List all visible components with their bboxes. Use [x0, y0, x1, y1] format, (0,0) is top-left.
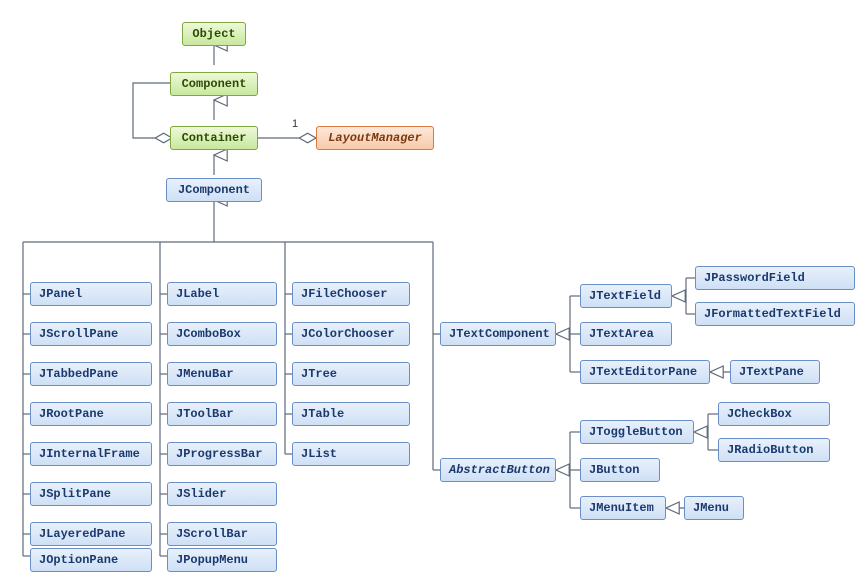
class-jtextcomponent: JTextComponent: [440, 322, 556, 346]
class-jmenu: JMenu: [684, 496, 744, 520]
label: JSplitPane: [39, 487, 111, 501]
multiplicity-1: 1: [292, 118, 298, 130]
class-jpanel: JPanel: [30, 282, 152, 306]
label: JToggleButton: [589, 425, 683, 439]
label: JComponent: [178, 183, 250, 197]
label: JPanel: [39, 287, 82, 301]
label: JColorChooser: [301, 327, 395, 341]
class-jtoolbar: JToolBar: [167, 402, 277, 426]
class-jfilechooser: JFileChooser: [292, 282, 410, 306]
label: JTextComponent: [449, 327, 550, 341]
label: JPopupMenu: [176, 553, 248, 567]
class-jtexteditorpane: JTextEditorPane: [580, 360, 710, 384]
label: JPasswordField: [704, 271, 805, 285]
label: JToolBar: [176, 407, 234, 421]
class-abstractbutton: AbstractButton: [440, 458, 556, 482]
label: JTree: [301, 367, 337, 381]
label: JCheckBox: [727, 407, 792, 421]
label: JMenuItem: [589, 501, 654, 515]
class-jmenuitem: JMenuItem: [580, 496, 666, 520]
class-container: Container: [170, 126, 258, 150]
class-jtable: JTable: [292, 402, 410, 426]
label: JOptionPane: [39, 553, 118, 567]
class-jrootpane: JRootPane: [30, 402, 152, 426]
label: JComboBox: [176, 327, 241, 341]
class-jprogressbar: JProgressBar: [167, 442, 277, 466]
label: JSlider: [176, 487, 226, 501]
class-component: Component: [170, 72, 258, 96]
class-jmenubar: JMenuBar: [167, 362, 277, 386]
class-jbutton: JButton: [580, 458, 660, 482]
label: JFileChooser: [301, 287, 387, 301]
label: JTextArea: [589, 327, 654, 341]
label: JMenuBar: [176, 367, 234, 381]
label: JTextField: [589, 289, 661, 303]
label: LayoutManager: [328, 131, 422, 145]
class-jlabel: JLabel: [167, 282, 277, 306]
label: JTextPane: [739, 365, 804, 379]
class-jscrollpane: JScrollPane: [30, 322, 152, 346]
label: JInternalFrame: [39, 447, 140, 461]
class-jcomponent: JComponent: [166, 178, 262, 202]
label: JRootPane: [39, 407, 104, 421]
class-jtogglebutton: JToggleButton: [580, 420, 694, 444]
class-jinternalframe: JInternalFrame: [30, 442, 152, 466]
class-jtree: JTree: [292, 362, 410, 386]
label: Container: [182, 131, 247, 145]
label: JTextEditorPane: [589, 365, 697, 379]
class-jcolorchooser: JColorChooser: [292, 322, 410, 346]
class-jpopupmenu: JPopupMenu: [167, 548, 277, 572]
label: JLayeredPane: [39, 527, 125, 541]
label: JScrollBar: [176, 527, 248, 541]
label: Component: [182, 77, 247, 91]
class-jtextpane: JTextPane: [730, 360, 820, 384]
class-joptionpane: JOptionPane: [30, 548, 152, 572]
label: JTable: [301, 407, 344, 421]
label: JProgressBar: [176, 447, 262, 461]
class-jradiobutton: JRadioButton: [718, 438, 830, 462]
class-jtextarea: JTextArea: [580, 322, 672, 346]
class-jscrollbar: JScrollBar: [167, 522, 277, 546]
class-jsplitpane: JSplitPane: [30, 482, 152, 506]
class-jtextfield: JTextField: [580, 284, 672, 308]
class-object: Object: [182, 22, 246, 46]
label: JFormattedTextField: [704, 307, 841, 321]
label: JTabbedPane: [39, 367, 118, 381]
label: JRadioButton: [727, 443, 813, 457]
class-jformattedtextfield: JFormattedTextField: [695, 302, 855, 326]
class-jtabbedpane: JTabbedPane: [30, 362, 152, 386]
label: JMenu: [693, 501, 729, 515]
label: JList: [301, 447, 337, 461]
label: JScrollPane: [39, 327, 118, 341]
label: JLabel: [176, 287, 219, 301]
class-jslider: JSlider: [167, 482, 277, 506]
class-jcheckbox: JCheckBox: [718, 402, 830, 426]
class-jpasswordfield: JPasswordField: [695, 266, 855, 290]
interface-layoutmanager: LayoutManager: [316, 126, 434, 150]
label: AbstractButton: [449, 463, 550, 477]
label: Object: [192, 27, 235, 41]
class-jlist: JList: [292, 442, 410, 466]
class-jlayeredpane: JLayeredPane: [30, 522, 152, 546]
class-jcombobox: JComboBox: [167, 322, 277, 346]
label: JButton: [589, 463, 639, 477]
